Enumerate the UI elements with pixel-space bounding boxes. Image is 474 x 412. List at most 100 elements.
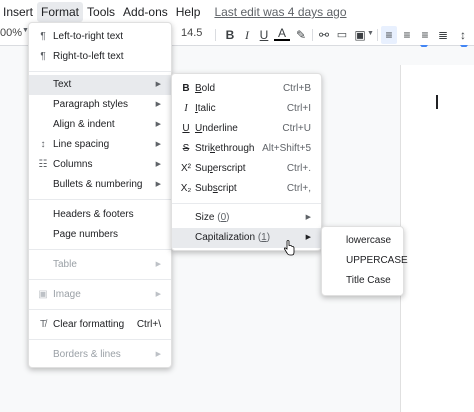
toolbar-divider	[215, 29, 216, 41]
menu-item-shortcut: Ctrl+,	[286, 183, 311, 194]
menu-item-label: lowercase	[346, 235, 392, 246]
submenu-arrow-icon: ▶	[155, 261, 161, 268]
menu-item-label: Page numbers	[53, 229, 119, 240]
menu-item-label: Left-to-right text	[53, 31, 124, 42]
menu-divider	[172, 203, 321, 204]
menu-item-lowercase[interactable]: lowercase	[322, 231, 403, 251]
text-cursor	[436, 95, 438, 109]
menu-item-ltr-text[interactable]: ¶ Left-to-right text	[29, 27, 171, 47]
menu-item-capitalization[interactable]: Capitalization (1) ▶	[172, 228, 321, 248]
submenu-arrow-icon: ▶	[305, 214, 311, 221]
image-icon: ▣	[38, 289, 48, 300]
menu-divider	[29, 199, 171, 200]
bold-icon[interactable]: B	[222, 26, 238, 44]
menu-divider	[29, 279, 171, 280]
menu-item-label: Borders & lines	[53, 349, 121, 360]
menu-item-clear-formatting[interactable]: T̸ Clear formatting Ctrl+\	[29, 315, 171, 335]
menu-item-italic[interactable]: I Italic Ctrl+I	[172, 99, 321, 119]
hand-pointer-icon	[283, 240, 295, 256]
align-left-icon[interactable]: ≡	[381, 26, 397, 44]
menu-item-label: Table	[53, 259, 77, 270]
image-chevron-icon[interactable]: ▼	[367, 30, 374, 37]
underline-icon: U	[182, 123, 190, 134]
menu-divider	[29, 71, 171, 72]
menu-item-size[interactable]: Size (0) ▶	[172, 208, 321, 228]
menu-item-table: Table ▶	[29, 255, 171, 275]
bold-icon: B	[182, 83, 190, 94]
menu-item-label: Headers & footers	[53, 209, 134, 220]
menu-divider	[29, 339, 171, 340]
menu-item-bold[interactable]: B Bold Ctrl+B	[172, 79, 321, 99]
toolbar-divider	[377, 29, 378, 41]
line-spacing-icon: ↕	[40, 139, 46, 150]
menu-item-headers-footers[interactable]: Headers & footers	[29, 205, 171, 225]
menu-item-superscript[interactable]: X² Superscript Ctrl+.	[172, 159, 321, 179]
font-size-input[interactable]: 14.5	[181, 27, 202, 39]
menu-item-borders-lines: Borders & lines ▶	[29, 345, 171, 365]
comment-icon[interactable]: ▭	[334, 26, 350, 44]
italic-icon: I	[184, 103, 188, 114]
menu-item-label: Bullets & numbering	[53, 179, 143, 190]
line-spacing-icon[interactable]: ↕	[455, 26, 471, 44]
menu-item-label: UPPERCASE	[346, 255, 408, 266]
menu-item-subscript[interactable]: X₂ Subscript Ctrl+,	[172, 179, 321, 199]
menu-item-text[interactable]: Text ▶	[29, 75, 171, 95]
capitalization-submenu: lowercase UPPERCASE Title Case	[321, 226, 408, 296]
align-center-icon[interactable]: ≡	[399, 26, 415, 44]
menu-item-label: Line spacing	[53, 139, 110, 150]
menu-item-rtl-text[interactable]: ¶ Right-to-left text	[29, 47, 171, 67]
superscript-icon: X²	[181, 163, 191, 174]
menu-item-label: Bold	[195, 83, 216, 94]
menu-item-title-case[interactable]: Title Case	[322, 271, 403, 291]
menu-item-label: Italic	[195, 103, 216, 114]
image-icon[interactable]: ▣	[352, 26, 368, 44]
menu-item-label: Subscript	[195, 183, 237, 194]
menu-item-shortcut: Ctrl+\	[136, 319, 161, 330]
link-icon[interactable]: ⚯	[316, 26, 332, 44]
menu-item-strikethrough[interactable]: S Strikethrough Alt+Shift+5	[172, 139, 321, 159]
menu-item-align-indent[interactable]: Align & indent ▶	[29, 115, 171, 135]
menu-item-shortcut: Ctrl+B	[282, 83, 311, 94]
highlight-icon[interactable]: ✎	[293, 26, 309, 44]
document-page[interactable]	[400, 65, 474, 412]
menu-item-shortcut: Alt+Shift+5	[262, 143, 311, 154]
menu-tools[interactable]: Tools	[83, 2, 119, 22]
menu-item-label: Right-to-left text	[53, 51, 124, 62]
submenu-arrow-icon: ▶	[155, 161, 161, 168]
menu-item-line-spacing[interactable]: ↕ Line spacing ▶	[29, 135, 171, 155]
text-submenu: B Bold Ctrl+B I Italic Ctrl+I U Underlin…	[171, 73, 322, 251]
ltr-icon: ¶	[40, 31, 46, 42]
menu-item-shortcut: Ctrl+U	[282, 123, 311, 134]
zoom-select[interactable]: 00%	[0, 27, 22, 39]
menu-item-paragraph-styles[interactable]: Paragraph styles ▶	[29, 95, 171, 115]
underline-icon[interactable]: U	[256, 26, 272, 44]
menu-insert[interactable]: Insert	[0, 2, 37, 22]
menu-item-underline[interactable]: U Underline Ctrl+U	[172, 119, 321, 139]
menu-help[interactable]: Help	[172, 2, 205, 22]
submenu-arrow-icon: ▶	[305, 234, 311, 241]
italic-icon[interactable]: I	[239, 26, 255, 44]
menu-divider	[29, 249, 171, 250]
menu-item-columns[interactable]: ☷ Columns ▶	[29, 155, 171, 175]
submenu-arrow-icon: ▶	[155, 291, 161, 298]
submenu-arrow-icon: ▶	[155, 81, 161, 88]
submenu-arrow-icon: ▶	[155, 101, 161, 108]
menu-item-bullets-numbering[interactable]: Bullets & numbering ▶	[29, 175, 171, 195]
menu-item-label: Size (0)	[195, 212, 230, 223]
subscript-icon: X₂	[180, 183, 192, 194]
last-edit-link[interactable]: Last edit was 4 days ago	[210, 2, 350, 22]
text-color-icon[interactable]: A	[274, 26, 290, 41]
menu-addons[interactable]: Add-ons	[119, 2, 172, 22]
menu-item-uppercase[interactable]: UPPERCASE	[322, 251, 408, 271]
menu-item-label: Superscript	[195, 163, 246, 174]
menu-item-label: Strikethrough	[195, 143, 255, 154]
rtl-icon: ¶	[40, 51, 46, 62]
clear-formatting-icon: T̸	[39, 319, 47, 330]
format-menu: ¶ Left-to-right text ¶ Right-to-left tex…	[28, 22, 172, 368]
submenu-arrow-icon: ▶	[155, 351, 161, 358]
align-right-icon[interactable]: ≡	[417, 26, 433, 44]
menu-format[interactable]: Format	[37, 2, 84, 22]
justify-icon[interactable]: ≣	[435, 26, 451, 44]
menu-item-page-numbers[interactable]: Page numbers	[29, 225, 171, 245]
menu-item-label: Title Case	[346, 275, 391, 286]
